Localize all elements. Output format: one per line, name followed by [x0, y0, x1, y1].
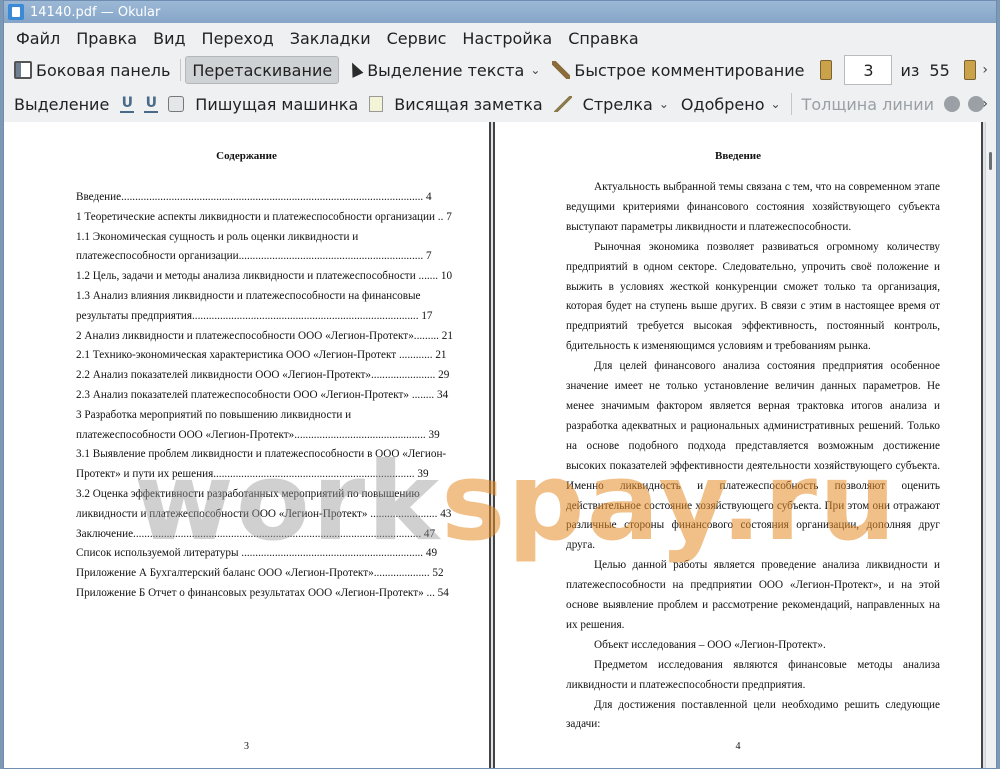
- next-page-icon[interactable]: [963, 60, 976, 80]
- highlight-tool-button[interactable]: Выделение: [8, 90, 115, 118]
- toc-entry: 2.1 Технико-экономическая характеристика…: [76, 349, 447, 362]
- page-number-input[interactable]: 3: [844, 55, 893, 85]
- quick-annotations-button[interactable]: Быстрое комментирование: [546, 56, 810, 84]
- sidebar-icon: [14, 61, 32, 79]
- toc-entry: 3.1 Выявление проблем ликвидности и плат…: [76, 448, 447, 461]
- main-toolbar: Боковая панель Перетаскивание Выделение …: [4, 53, 996, 87]
- menu-file[interactable]: Файл: [8, 25, 68, 52]
- okular-app-icon: [8, 4, 24, 20]
- line-width-label: Толщина линии: [801, 94, 935, 114]
- toc-entry: платежеспособности ООО «Легион-Протект».…: [76, 428, 440, 441]
- menu-bar: Файл Правка Вид Переход Закладки Сервис …: [4, 23, 996, 53]
- chevron-down-icon[interactable]: ⌄: [770, 97, 780, 111]
- line-width-button: Толщина линии: [796, 90, 941, 118]
- toc-entry: 1.2 Цель, задачи и методы анализа ликвид…: [76, 270, 453, 283]
- toc-entry: 2.3 Анализ показателей платежеспособност…: [76, 388, 449, 401]
- chevron-down-icon[interactable]: ⌄: [530, 63, 540, 77]
- popup-note-button[interactable]: Висящая заметка: [388, 90, 548, 118]
- vertical-scrollbar[interactable]: [985, 122, 996, 768]
- menu-tools[interactable]: Сервис: [379, 25, 455, 52]
- arrow-tool-icon[interactable]: [553, 96, 572, 112]
- quick-annotations-label: Быстрое комментирование: [574, 60, 805, 80]
- toc-entry: Приложение Б Отчет о финансовых результа…: [76, 586, 449, 599]
- table-of-contents: Введение................................…: [76, 188, 460, 604]
- intro-title: Введение: [714, 150, 762, 162]
- text-selection-button[interactable]: Выделение текста ⌄: [339, 56, 546, 84]
- stamp-button[interactable]: Одобрено ⌄: [675, 90, 787, 118]
- color-icon: [944, 96, 961, 112]
- intro-paragraph: Объект исследования – ООО «Легион-Протек…: [594, 638, 826, 651]
- toc-entry: Приложение А Бухгалтерский баланс ООО «Л…: [76, 567, 444, 580]
- toolbar-separator: [180, 59, 182, 81]
- typewriter-button[interactable]: Пишущая машинка: [189, 90, 364, 118]
- intro-paragraph: Рыночная экономика позволяет развиваться…: [566, 240, 940, 353]
- intro-paragraph: Целью данной работы является проведение …: [566, 559, 940, 631]
- strikeout-icon[interactable]: [168, 96, 185, 112]
- overflow-chevron-icon[interactable]: ›: [982, 62, 988, 78]
- chevron-down-icon[interactable]: ⌄: [659, 97, 669, 111]
- menu-edit[interactable]: Правка: [68, 25, 145, 52]
- menu-view[interactable]: Вид: [145, 25, 193, 52]
- toc-entry: 1.1 Экономическая сущность и роль оценки…: [76, 230, 359, 243]
- page-3: Содержание Введение.....................…: [4, 122, 491, 768]
- overflow-chevron-icon[interactable]: ›: [982, 96, 988, 112]
- menu-settings[interactable]: Настройка: [454, 25, 560, 52]
- toc-entry: 1 Теоретические аспекты ликвидности и пл…: [76, 210, 452, 223]
- okular-window: 14140.pdf — Okular Файл Правка Вид Перех…: [3, 0, 997, 769]
- page-number: 3: [244, 741, 249, 752]
- toc-entry: ликвидности и платежеспособности ООО «Ле…: [76, 507, 452, 520]
- intro-body: Актуальность выбранной темы связана с те…: [566, 178, 940, 735]
- intro-paragraph: Для целей финансового анализа состояния …: [566, 360, 940, 552]
- squiggle-icon[interactable]: U: [144, 95, 159, 113]
- pen-icon: [552, 61, 571, 79]
- browse-tool-label: Перетаскивание: [192, 60, 333, 80]
- menu-go[interactable]: Переход: [194, 25, 282, 52]
- document-view[interactable]: Содержание Введение.....................…: [4, 122, 996, 768]
- toolbar-separator: [790, 93, 792, 115]
- page-of-label: из: [900, 60, 920, 80]
- toc-entry: Введение................................…: [76, 191, 432, 203]
- menu-bookmarks[interactable]: Закладки: [282, 25, 379, 52]
- note-icon[interactable]: [369, 96, 384, 112]
- browse-tool-button[interactable]: Перетаскивание: [185, 56, 340, 84]
- cursor-icon: [345, 61, 363, 79]
- page-total: 55: [929, 60, 950, 80]
- title-bar[interactable]: 14140.pdf — Okular: [4, 1, 996, 23]
- toc-entry: 3 Разработка мероприятий по повышению ли…: [76, 408, 352, 421]
- scrollbar-thumb[interactable]: [989, 152, 992, 170]
- arrow-button[interactable]: Стрелка ⌄: [577, 90, 675, 118]
- intro-paragraph: Предметом исследования являются финансов…: [566, 658, 940, 691]
- toc-entry: Протект» и пути их решения..............…: [76, 468, 429, 481]
- toc-entry: платежеспособности организации..........…: [76, 250, 432, 263]
- page-4: Введение Актуальность выбранной темы свя…: [493, 122, 983, 768]
- annotation-toolbar: Выделение U U Пишущая машинка Висящая за…: [4, 87, 996, 121]
- toc-entry: Список используемой литературы .........…: [76, 547, 438, 560]
- underline-icon[interactable]: U: [120, 95, 135, 113]
- popup-note-label: Висящая заметка: [394, 94, 543, 114]
- arrow-label: Стрелка: [582, 94, 653, 114]
- toc-entry: 2 Анализ ликвидности и платежеспособност…: [76, 329, 453, 342]
- text-selection-label: Выделение текста: [367, 60, 525, 80]
- intro-paragraph: Актуальность выбранной темы связана с те…: [566, 181, 940, 233]
- highlight-label: Выделение: [14, 94, 110, 114]
- sidebar-label: Боковая панель: [36, 60, 171, 80]
- menu-help[interactable]: Справка: [560, 25, 647, 52]
- toc-entry: 2.2 Анализ показателей ликвидности ООО «…: [76, 369, 450, 382]
- toc-entry: 1.3 Анализ влияния ликвидности и платеже…: [76, 289, 421, 302]
- sidebar-toggle-button[interactable]: Боковая панель: [8, 56, 176, 84]
- toc-title: Содержание: [216, 150, 277, 162]
- previous-page-icon[interactable]: [820, 60, 833, 80]
- toc-entry: Заключение..............................…: [76, 527, 436, 540]
- page-number: 4: [735, 741, 741, 752]
- stamp-label: Одобрено: [680, 94, 765, 114]
- toc-entry: 3.2 Оценка эффективности разработанных м…: [76, 487, 420, 500]
- window-title: 14140.pdf — Okular: [30, 4, 161, 20]
- typewriter-label: Пишущая машинка: [195, 94, 359, 114]
- intro-paragraph: Для достижения поставленной цели необход…: [566, 698, 940, 731]
- toc-entry: результаты предприятия..................…: [76, 309, 433, 322]
